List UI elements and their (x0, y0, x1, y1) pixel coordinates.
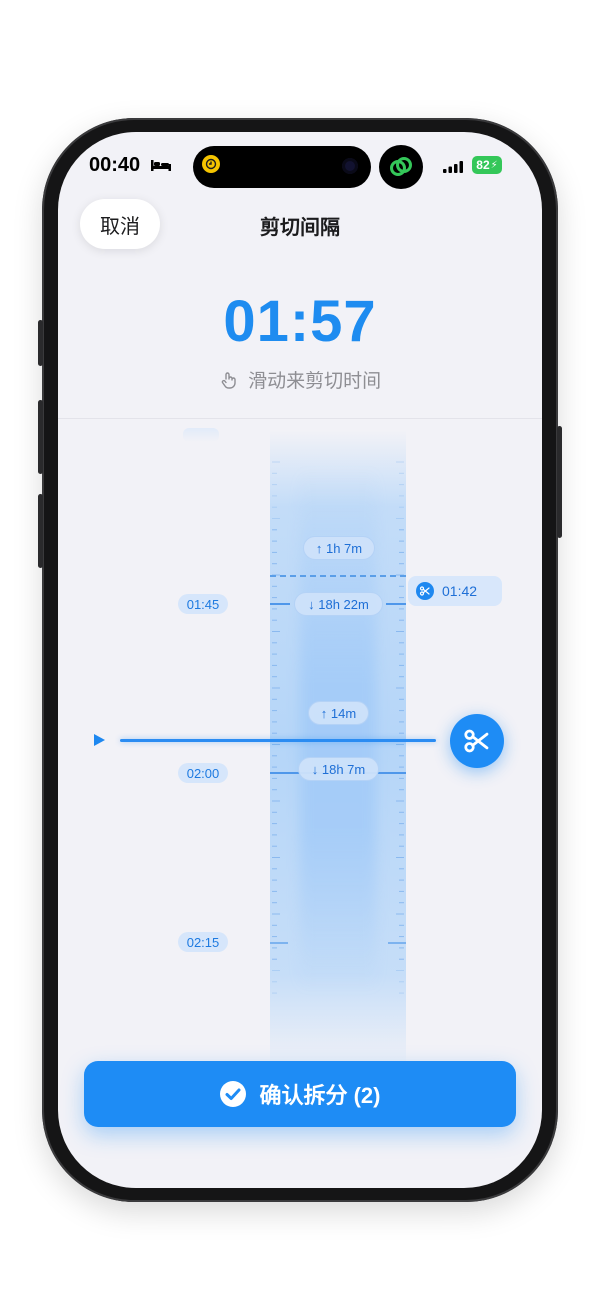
app-activity-icon (379, 145, 423, 189)
checkmark-circle-icon (220, 1081, 247, 1107)
segment-pill-down-18h7m[interactable]: ↓ 18h 7m (298, 757, 379, 781)
segment-pill-down-18h22m[interactable]: ↓ 18h 22m (294, 592, 383, 616)
playhead-line[interactable] (120, 739, 436, 742)
status-time: 00:40 (89, 154, 141, 176)
segment-pill-up-14m[interactable]: ↑ 14m (308, 701, 369, 725)
volume-down-button (38, 494, 43, 568)
battery-indicator: 82 ⚡ (472, 156, 502, 174)
hour-marker-left (270, 603, 290, 605)
swipe-hint: 滑动来剪切时间 (0, 366, 600, 393)
quarter-marker-left (270, 942, 288, 944)
confirm-split-label: 确认拆分 (2) (259, 1083, 381, 1108)
timer-icon (202, 155, 220, 173)
volume-up-button (38, 400, 43, 474)
scissors-icon (464, 729, 489, 753)
quarter-marker-right (388, 942, 406, 944)
hour-marker-right (386, 603, 406, 605)
faded-time-label (183, 428, 219, 442)
confirm-split-button[interactable]: 确认拆分 (2) (84, 1061, 516, 1127)
cut-marker-time: 01:42 (442, 583, 478, 599)
swipe-hint-text: 滑动来剪切时间 (248, 371, 382, 392)
page-title: 剪切间隔 (260, 217, 340, 239)
scissors-icon (416, 582, 434, 600)
time-label-0145: 01:45 (178, 594, 228, 614)
charging-bolt-icon: ⚡ (490, 159, 498, 171)
time-label-0200: 02:00 (178, 763, 228, 783)
segment-pill-up-1h7m[interactable]: ↑ 1h 7m (303, 536, 375, 560)
power-button (557, 426, 562, 538)
hand-swipe-icon (221, 372, 236, 389)
time-label-0215: 02:15 (178, 932, 228, 952)
cut-line-dashed (270, 575, 406, 577)
front-camera (342, 158, 358, 174)
cellular-signal-icon (443, 160, 465, 178)
playhead-arrow-icon (94, 734, 105, 746)
cut-scissors-button[interactable] (450, 714, 504, 768)
battery-level: 82 (476, 158, 490, 172)
sleep-bed-icon (150, 158, 172, 177)
section-divider (58, 418, 542, 419)
cut-marker-badge[interactable]: 01:42 (408, 576, 502, 606)
current-time-display: 01:57 (223, 289, 377, 354)
